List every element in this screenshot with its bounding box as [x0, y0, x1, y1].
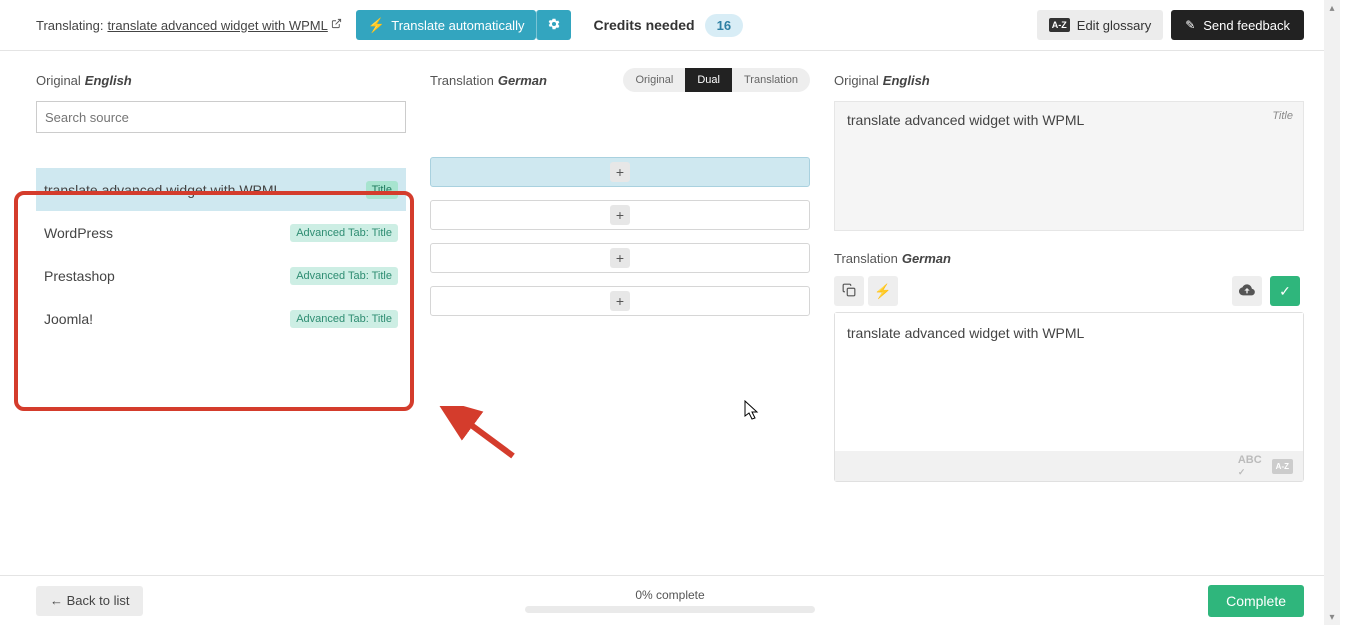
original-title-tag: Title — [1272, 110, 1293, 122]
source-row-text: Joomla! — [44, 311, 93, 327]
original-language: English — [85, 73, 132, 88]
translate-automatically-button[interactable]: ⚡ Translate automatically — [356, 10, 537, 40]
translation-row[interactable]: + — [430, 157, 810, 187]
machine-translate-button[interactable]: ⚡ — [868, 276, 898, 306]
search-input[interactable] — [36, 101, 406, 133]
external-link-icon — [331, 18, 342, 32]
copy-icon — [842, 283, 856, 300]
original-text: translate advanced widget with WPML — [847, 112, 1084, 128]
translate-automatically-label: Translate automatically — [391, 18, 524, 33]
page-scrollbar[interactable]: ▴ ▾ — [1324, 0, 1340, 625]
add-translation-button[interactable]: + — [610, 205, 630, 225]
view-toggle: Original Dual Translation — [623, 68, 810, 92]
original-column-header: Original English — [36, 69, 406, 91]
complete-button[interactable]: Complete — [1208, 585, 1304, 617]
source-row-text: Prestashop — [44, 268, 115, 284]
plus-icon: + — [616, 164, 624, 180]
scroll-up-icon[interactable]: ▴ — [1324, 0, 1340, 16]
plus-icon: + — [616, 207, 624, 223]
translating-label: Translating: — [36, 18, 103, 33]
glossary-icon: A-Z — [1049, 18, 1070, 32]
view-toggle-translation[interactable]: Translation — [732, 68, 810, 92]
send-feedback-button[interactable]: ✎ Send feedback — [1171, 10, 1304, 40]
original-text-box: translate advanced widget with WPML Titl… — [834, 101, 1304, 231]
source-row-tag: Advanced Tab: Title — [290, 310, 398, 328]
cloud-button[interactable] — [1232, 276, 1262, 306]
translating-link[interactable]: translate advanced widget with WPML — [107, 18, 327, 33]
translate-settings-button[interactable] — [536, 10, 571, 40]
view-toggle-original[interactable]: Original — [623, 68, 685, 92]
translation-textarea[interactable] — [835, 313, 1303, 451]
translate-auto-group: ⚡ Translate automatically — [356, 10, 572, 40]
translation-editor: ABC✓ A-Z — [834, 312, 1304, 482]
add-translation-button[interactable]: + — [610, 291, 630, 311]
source-row[interactable]: WordPress Advanced Tab: Title — [36, 211, 406, 254]
pencil-icon: ✎ — [1185, 18, 1195, 32]
right-translation-header: Translation German — [834, 251, 1304, 266]
right-original-language: English — [883, 73, 930, 88]
check-icon: ✓ — [1279, 283, 1291, 300]
source-row[interactable]: Joomla! Advanced Tab: Title — [36, 297, 406, 340]
plus-icon: + — [616, 250, 624, 266]
translation-column-header: Translation German Original Dual Transla… — [430, 69, 810, 91]
source-row-tag: Advanced Tab: Title — [290, 224, 398, 242]
bolt-icon: ⚡ — [874, 283, 891, 300]
edit-glossary-label: Edit glossary — [1077, 18, 1151, 33]
bottom-bar: ← Back to list 0% complete Complete — [0, 575, 1340, 625]
progress-track — [525, 606, 815, 613]
credits-needed-label: Credits needed — [593, 17, 694, 33]
view-toggle-dual[interactable]: Dual — [685, 68, 732, 92]
right-original-label: Original — [834, 73, 879, 88]
scroll-down-icon[interactable]: ▾ — [1324, 609, 1340, 625]
credits-needed-value: 16 — [705, 14, 743, 37]
source-row[interactable]: Prestashop Advanced Tab: Title — [36, 254, 406, 297]
source-row-text: translate advanced widget with WPML — [44, 182, 281, 198]
source-row[interactable]: translate advanced widget with WPML Title — [36, 168, 406, 211]
translation-row[interactable]: + — [430, 243, 810, 273]
confirm-translation-button[interactable]: ✓ — [1270, 276, 1300, 306]
add-translation-button[interactable]: + — [610, 248, 630, 268]
back-to-list-button[interactable]: ← Back to list — [36, 586, 143, 616]
translation-row[interactable]: + — [430, 286, 810, 316]
original-label: Original — [36, 73, 81, 88]
translation-row[interactable]: + — [430, 200, 810, 230]
edit-glossary-button[interactable]: A-Z Edit glossary — [1037, 10, 1163, 40]
editor-footer: ABC✓ A-Z — [835, 451, 1303, 481]
progress-label: 0% complete — [525, 588, 815, 602]
send-feedback-label: Send feedback — [1203, 18, 1290, 33]
copy-source-button[interactable] — [834, 276, 864, 306]
translation-language: German — [498, 73, 547, 88]
translation-label: Translation — [430, 73, 494, 88]
spellcheck-icon[interactable]: ABC✓ — [1238, 454, 1262, 478]
top-bar: Translating: translate advanced widget w… — [0, 0, 1340, 51]
glossary-footer-icon[interactable]: A-Z — [1272, 459, 1293, 474]
cloud-upload-icon — [1239, 282, 1255, 301]
source-row-tag: Title — [366, 181, 398, 199]
plus-icon: + — [616, 293, 624, 309]
source-row-text: WordPress — [44, 225, 113, 241]
bolt-icon: ⚡ — [368, 17, 385, 34]
right-translation-language: German — [902, 251, 951, 266]
add-translation-button[interactable]: + — [610, 162, 630, 182]
right-original-header: Original English — [834, 69, 1304, 91]
right-translation-label: Translation — [834, 251, 898, 266]
progress-indicator: 0% complete — [525, 588, 815, 613]
source-row-tag: Advanced Tab: Title — [290, 267, 398, 285]
gear-icon — [547, 17, 561, 34]
